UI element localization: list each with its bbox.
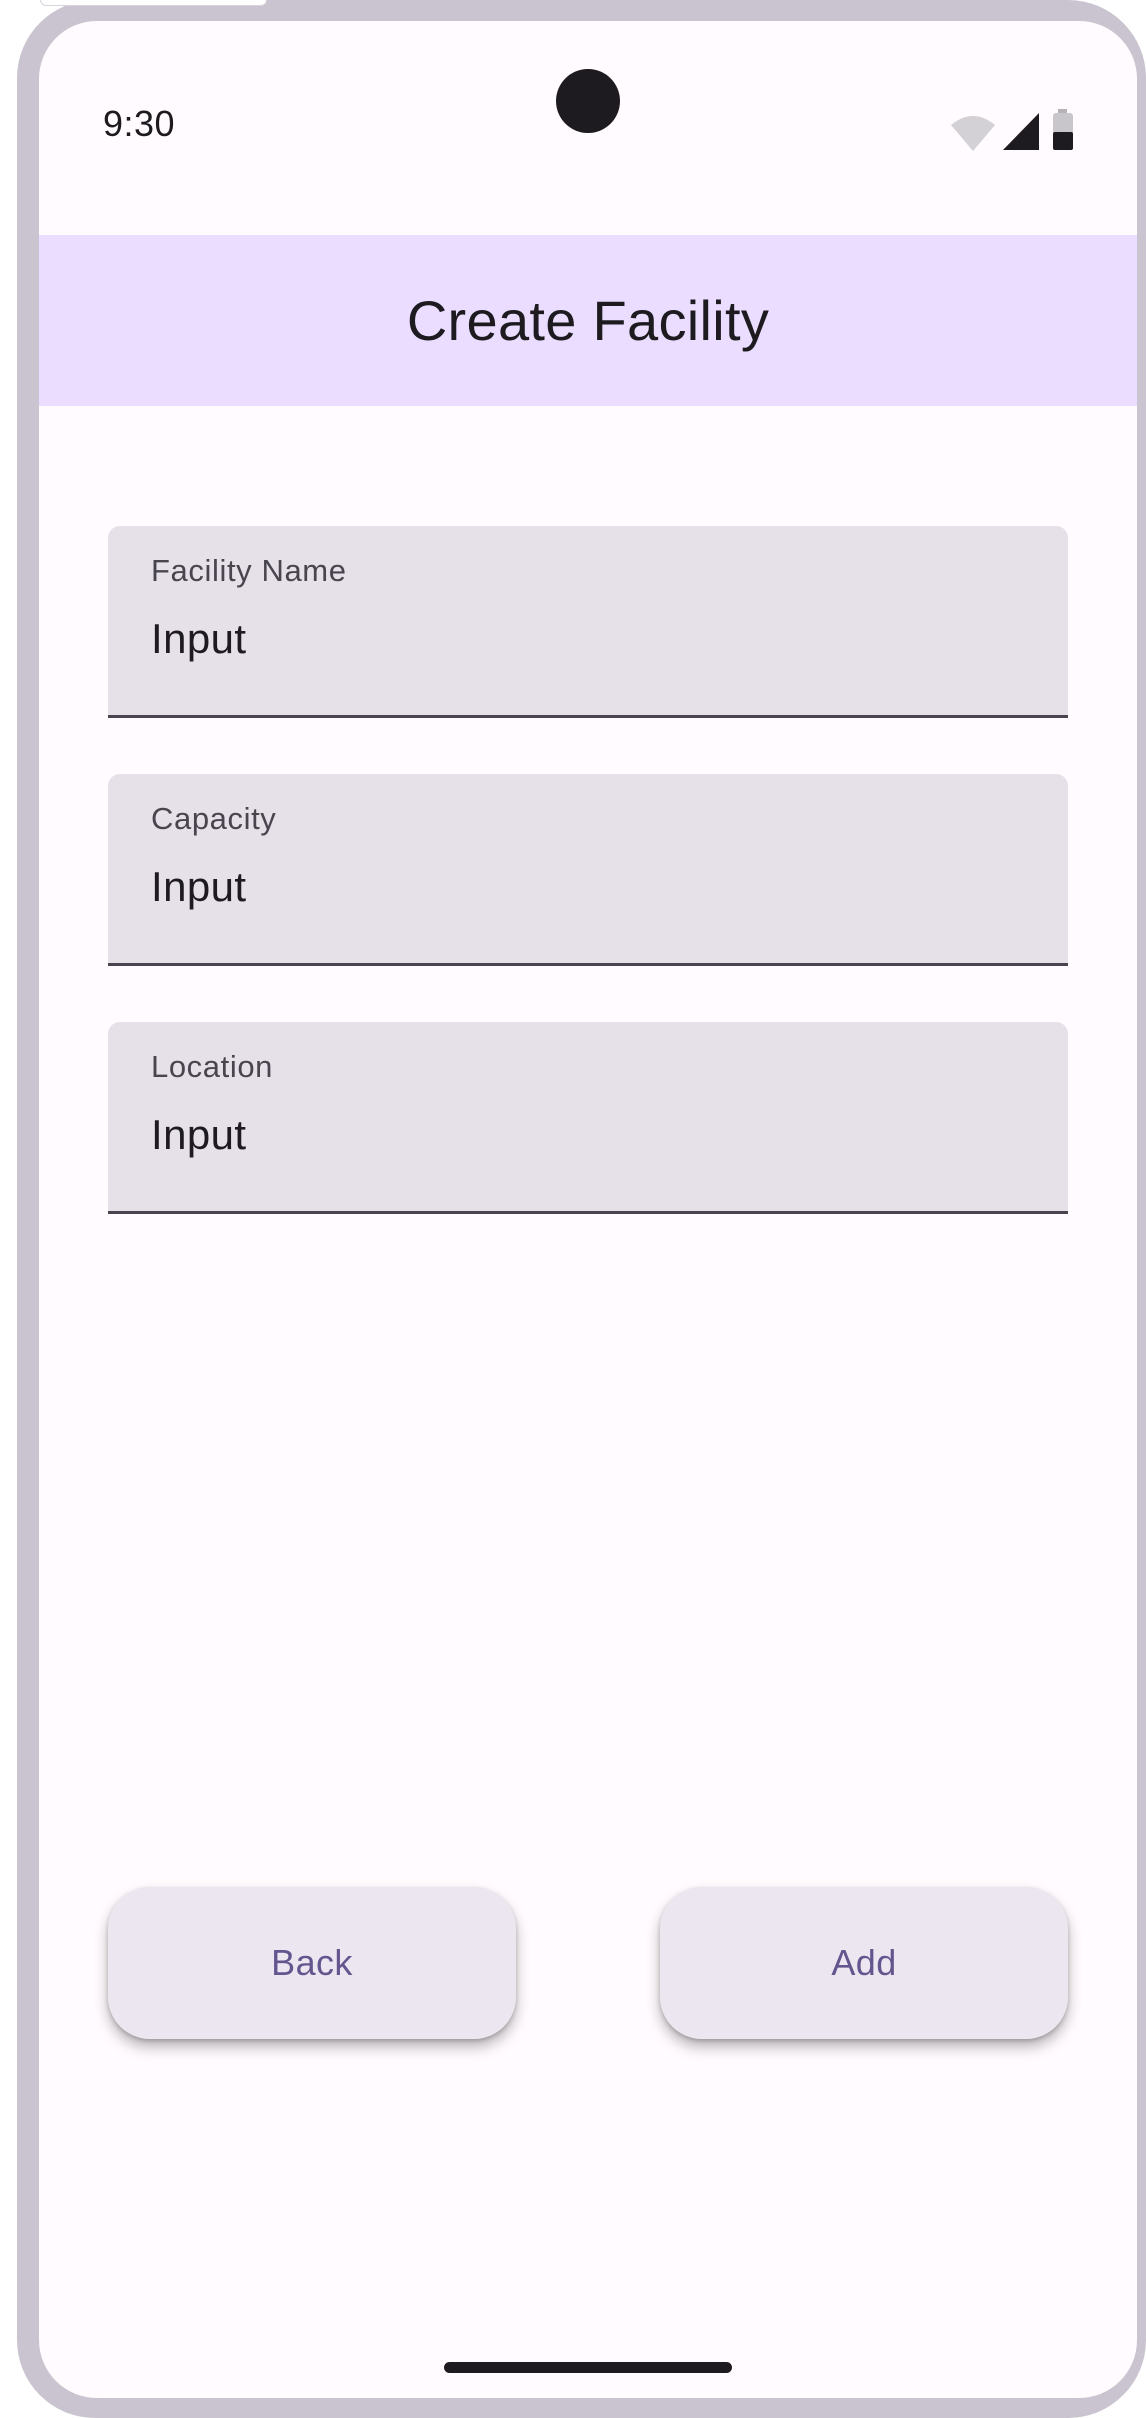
battery-icon [1053, 109, 1073, 150]
facility-name-label: Facility Name [151, 553, 347, 588]
location-label: Location [151, 1049, 274, 1084]
frame-tab-mark [40, 0, 267, 6]
page-title: Create Facility [406, 289, 770, 352]
status-icons [951, 109, 1073, 151]
add-button[interactable]: Add [660, 1887, 1068, 2039]
facility-name-input[interactable]: Input [151, 615, 246, 663]
facility-name-field[interactable]: Facility Name Input [108, 526, 1068, 718]
status-time: 9:30 [103, 103, 176, 144]
back-button[interactable]: Back [108, 1887, 516, 2039]
capacity-input[interactable]: Input [151, 863, 246, 911]
signal-icon [1003, 113, 1039, 150]
add-button-label: Add [831, 1942, 897, 1983]
home-indicator[interactable] [444, 2362, 732, 2373]
capacity-label: Capacity [151, 801, 277, 836]
phone-screen: 9:30 Create Facility Facility Name Input… [39, 21, 1137, 2398]
wifi-icon [951, 116, 995, 151]
location-field[interactable]: Location Input [108, 1022, 1068, 1214]
capacity-field[interactable]: Capacity Input [108, 774, 1068, 966]
location-input[interactable]: Input [151, 1111, 246, 1159]
top-app-bar: Create Facility [39, 235, 1137, 406]
back-button-label: Back [271, 1942, 353, 1983]
camera-cutout [556, 69, 620, 133]
